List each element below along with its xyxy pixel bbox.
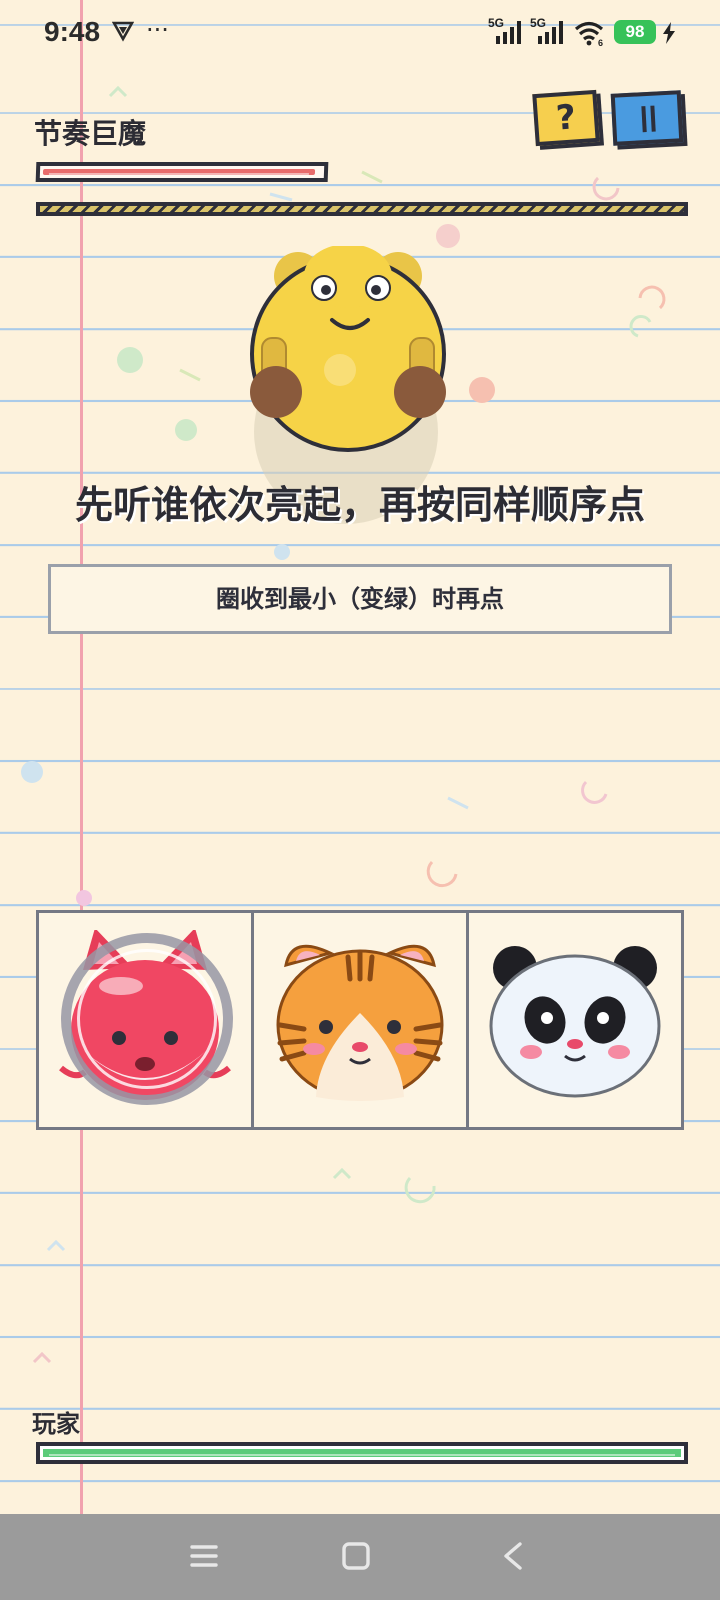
pause-icon: [639, 105, 658, 132]
more-notifications-icon: ···: [146, 16, 169, 44]
boss-health-fill: [42, 169, 316, 175]
instruction-text: 先听谁依次亮起，再按同样顺序点: [74, 483, 645, 527]
status-bar: 9:48 ··· 5G 5G 6 98: [0, 0, 720, 64]
menu-icon[interactable]: [184, 1536, 224, 1576]
rhythm-progress-bar: [36, 202, 688, 216]
timing-ring-inner: [77, 949, 217, 1089]
pad-fox[interactable]: [39, 913, 254, 1127]
cellular-signal-2-icon: 5G: [530, 16, 570, 46]
tiger-face-icon: [276, 944, 444, 1101]
back-icon[interactable]: [494, 1536, 534, 1576]
pad-tiger[interactable]: [254, 913, 469, 1127]
pause-button[interactable]: [610, 90, 684, 146]
animal-pad-grid: [36, 910, 684, 1130]
pad-panda[interactable]: [469, 913, 681, 1127]
home-icon[interactable]: [336, 1536, 376, 1576]
hint-box: 圈收到最小（变绿）时再点: [48, 564, 672, 634]
battery-indicator: 98: [614, 20, 656, 44]
player-label: 玩家: [32, 1410, 80, 1438]
player-health-fill: [43, 1449, 681, 1457]
cellular-signal-1-icon: 5G: [488, 16, 528, 46]
player-health-bar: [36, 1442, 688, 1464]
decorative-doodles: [21, 85, 666, 1364]
panda-face-icon: [489, 946, 661, 1098]
vpn-shield-icon: [112, 21, 134, 42]
clock-time: 9:48: [44, 16, 101, 47]
help-button[interactable]: ?: [532, 89, 600, 147]
boss-health-bar: [35, 162, 329, 182]
charging-bolt-icon: [663, 22, 675, 44]
system-navigation-bar: [0, 1514, 720, 1600]
wifi-label: 6: [598, 38, 603, 46]
wifi-icon: 6: [574, 21, 604, 46]
boss-name: 节奏巨魔: [34, 117, 147, 150]
